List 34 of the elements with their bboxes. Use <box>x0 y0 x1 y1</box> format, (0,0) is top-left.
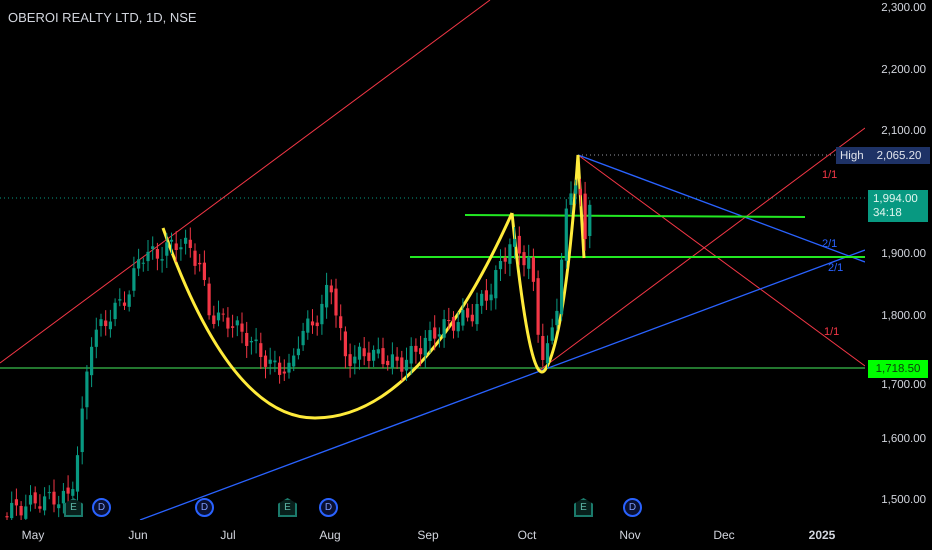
earnings-marker[interactable]: E <box>64 498 83 517</box>
dividend-marker[interactable]: D <box>92 498 111 517</box>
ratio-label: 2/1 <box>822 238 838 250</box>
time-label: Aug <box>319 528 341 542</box>
time-label: Sep <box>417 528 439 542</box>
time-label: Jun <box>128 528 148 542</box>
price-label: 1,900.00 <box>881 248 926 260</box>
last-price: 1,994.00 <box>873 192 919 206</box>
high-price-badge: 2,065.20 <box>868 147 930 164</box>
price-label: 1,700.00 <box>881 379 926 392</box>
time-label: May <box>22 528 44 542</box>
time-label: Oct <box>518 528 536 542</box>
ratio-label: 2/1 <box>828 262 844 274</box>
time-label: Jul <box>220 528 236 542</box>
ratio-label: 1/1 <box>822 169 838 181</box>
time-label: 2025 <box>808 528 836 542</box>
price-label: 1,500.00 <box>881 494 926 506</box>
price-label: 2,300.00 <box>881 2 926 14</box>
earnings-marker[interactable]: E <box>278 498 297 517</box>
dividend-marker[interactable]: D <box>319 498 338 517</box>
price-label: 2,200.00 <box>881 64 926 76</box>
bar-countdown: 34:18 <box>873 206 903 220</box>
symbol-title: OBEROI REALTY LTD, 1D, NSE <box>8 10 197 25</box>
dividend-marker[interactable]: D <box>195 498 214 517</box>
price-label: 1,600.00 <box>881 432 926 445</box>
high-tag: High <box>836 147 868 164</box>
level-price-badge: 1,718.50 <box>868 360 928 378</box>
price-label: 2,100.00 <box>881 125 926 138</box>
ratio-label: 1/1 <box>824 326 840 338</box>
price-label: 1,800.00 <box>881 310 926 322</box>
time-label: Nov <box>619 528 641 542</box>
dividend-marker[interactable]: D <box>623 498 642 517</box>
time-label: Dec <box>713 528 735 542</box>
earnings-marker[interactable]: E <box>574 498 593 517</box>
